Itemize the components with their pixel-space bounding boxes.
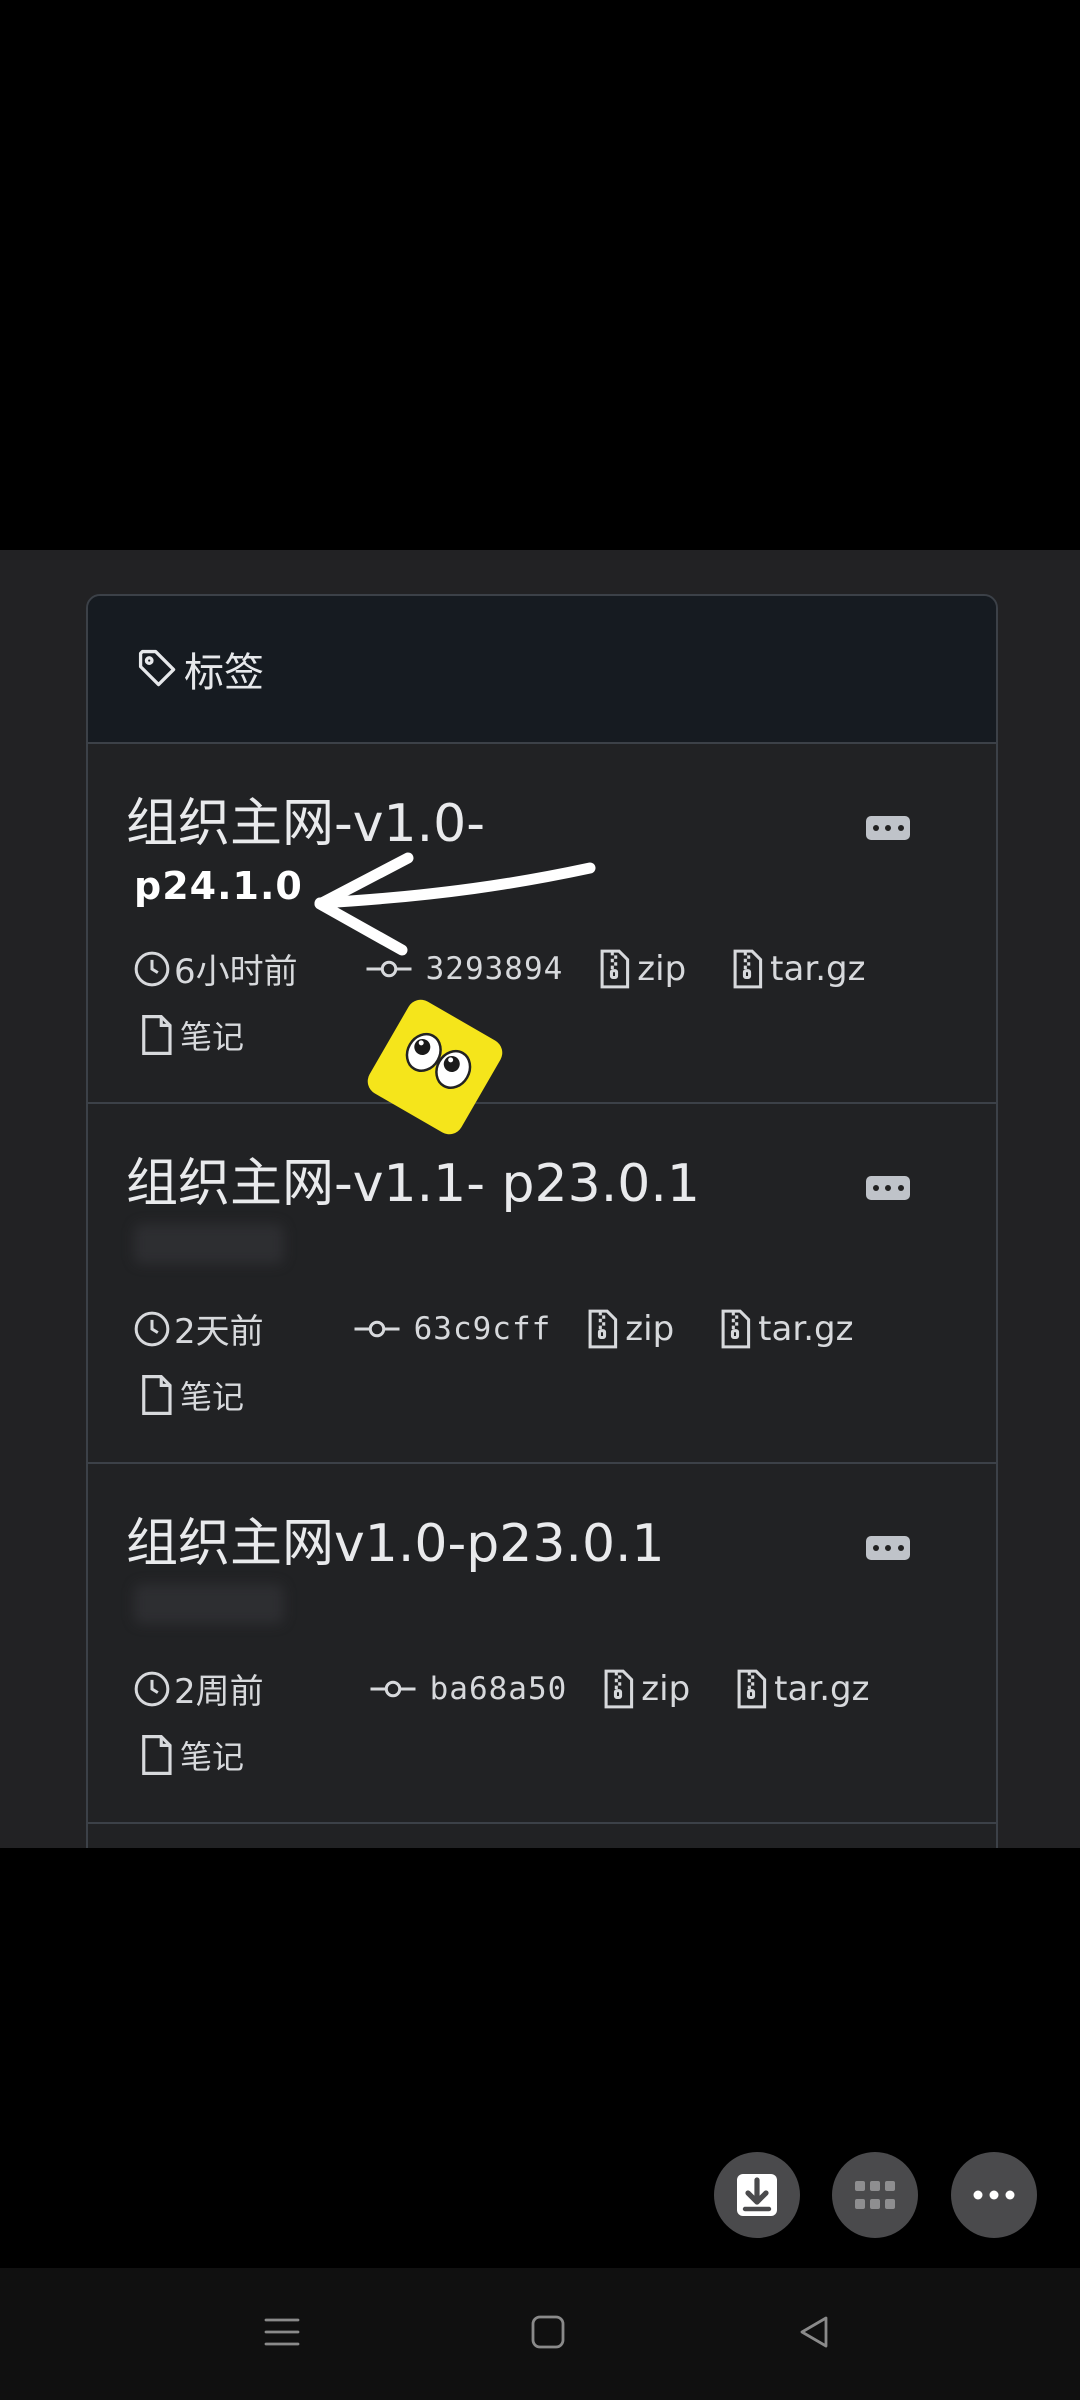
zip-download-link[interactable]: zip [641, 1669, 690, 1709]
blurred-text [134, 1224, 284, 1264]
zip-download-link[interactable]: zip [637, 949, 686, 989]
targz-download-link[interactable]: tar.gz [774, 1669, 869, 1709]
notes-label: 笔记 [180, 1378, 245, 1416]
file-zip-icon [721, 1309, 751, 1348]
screenshot-image: 标签 组织主网-v1.0- p24.1.0 6小时前 3293894 zip t… [0, 550, 1080, 1848]
git-commit-icon [354, 1320, 400, 1337]
targz-download-link[interactable]: tar.gz [770, 949, 865, 989]
more-button[interactable] [866, 816, 910, 840]
grid-button[interactable] [832, 2152, 918, 2238]
eyes-sticker [367, 999, 503, 1135]
release-title[interactable]: 组织主网-v1.1- p23.0.1 [126, 1152, 700, 1216]
tags-panel: 标签 组织主网-v1.0- p24.1.0 6小时前 3293894 zip t… [86, 594, 998, 1848]
file-icon [142, 1375, 172, 1415]
blurred-text [134, 1584, 284, 1624]
download-icon [737, 2174, 777, 2216]
git-commit-icon [366, 960, 412, 977]
more-horizontal-icon [973, 2190, 1015, 2200]
panel-title: 标签 [184, 650, 264, 696]
notes-label: 笔记 [180, 1018, 245, 1056]
menu-icon[interactable] [262, 2312, 302, 2352]
tag-icon [138, 649, 176, 687]
git-commit-icon [370, 1680, 416, 1697]
save-button[interactable] [714, 2152, 800, 2238]
back-icon[interactable] [794, 2312, 834, 2352]
file-icon [142, 1015, 172, 1055]
file-zip-icon [604, 1669, 634, 1708]
file-icon [142, 1735, 172, 1775]
release-title[interactable]: 组织主网v1.0-p23.0.1 [126, 1512, 665, 1576]
more-options-button[interactable] [951, 2152, 1037, 2238]
release-meta: 2周前 ba68a50 zip tar.gz [132, 1664, 869, 1713]
clock-icon [134, 1671, 170, 1706]
clock-icon [134, 1311, 170, 1346]
targz-download-link[interactable]: tar.gz [758, 1309, 853, 1349]
release-time: 6小时前 [174, 952, 298, 992]
file-zip-icon [588, 1309, 618, 1348]
release-subtitle[interactable]: p24.1.0 [134, 864, 303, 908]
clock-icon [134, 951, 170, 986]
release-item: 组织主网v1.0-p23.0.1 2周前 ba68a50 zip tar.gz [88, 1464, 996, 1824]
system-nav-bar [0, 2268, 1080, 2400]
annotation-arrow [314, 852, 596, 956]
file-zip-icon [733, 949, 763, 988]
more-button[interactable] [866, 1536, 910, 1560]
file-zip-icon [600, 949, 630, 988]
zip-download-link[interactable]: zip [625, 1309, 674, 1349]
release-item: 组织主网-v1.1- p23.0.1 2天前 63c9cff zip tar.g… [88, 1104, 996, 1464]
release-notes[interactable]: 笔记 [138, 1732, 244, 1778]
file-zip-icon [737, 1669, 767, 1708]
commit-link[interactable]: 63c9cff [414, 1311, 552, 1347]
grid-icon [855, 2181, 895, 2209]
home-icon[interactable] [528, 2312, 568, 2352]
commit-link[interactable]: ba68a50 [430, 1671, 568, 1707]
release-notes[interactable]: 笔记 [138, 1012, 244, 1058]
screen: 标签 组织主网-v1.0- p24.1.0 6小时前 3293894 zip t… [0, 0, 1080, 2400]
release-notes[interactable]: 笔记 [138, 1372, 244, 1418]
release-time: 2天前 [174, 1312, 264, 1352]
more-button[interactable] [866, 1176, 910, 1200]
notes-label: 笔记 [180, 1738, 245, 1776]
panel-header: 标签 [88, 596, 996, 744]
release-meta: 2天前 63c9cff zip tar.gz [132, 1304, 853, 1353]
release-time: 2周前 [174, 1672, 264, 1712]
